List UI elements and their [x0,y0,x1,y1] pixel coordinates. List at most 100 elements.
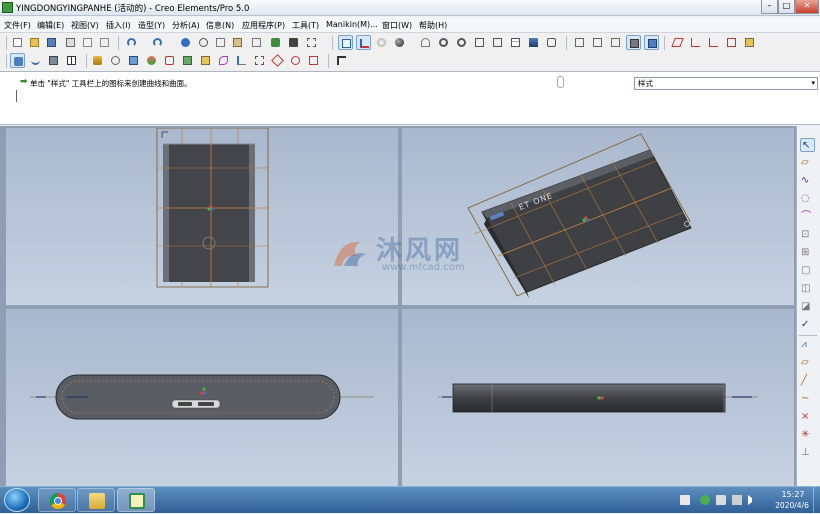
menu-help[interactable]: 帮助(H) [419,20,447,31]
selection-filter-select[interactable]: 样式 ▾ [634,77,818,90]
free-curve-icon[interactable]: ∼ [800,392,815,406]
arc-icon[interactable]: ⌒ [800,210,815,224]
menu-file[interactable]: 文件(F) [4,20,31,31]
round-icon[interactable] [198,53,213,68]
intersect-icon[interactable]: ✳ [800,428,815,442]
surface-icon[interactable] [46,53,61,68]
minimize-button[interactable]: – [761,0,778,14]
zoom-out-icon[interactable] [454,35,469,50]
mirror-icon[interactable] [288,53,303,68]
security-icon[interactable] [700,495,710,505]
pattern-icon[interactable] [270,53,285,68]
point-icon[interactable]: × [800,410,815,424]
surface-connect-icon[interactable]: ◫ [800,282,815,296]
taskbar-creo[interactable] [117,488,155,512]
open-icon[interactable] [27,35,42,50]
hole-icon[interactable] [252,53,267,68]
trim-icon[interactable] [306,53,321,68]
usb-icon[interactable] [716,495,726,505]
show-desktop-button[interactable] [813,487,820,514]
copy-icon[interactable] [97,35,112,50]
save-icon[interactable] [44,35,59,50]
line-icon[interactable]: ╱ [800,374,815,388]
saved-views-icon[interactable] [544,35,559,50]
keyboard-icon[interactable] [680,495,690,505]
zoom-in-icon[interactable] [436,35,451,50]
clock-time[interactable]: 15:27 [776,490,810,499]
viewport-isometric[interactable]: ET ONE [402,128,794,305]
annotation-icon[interactable] [724,35,739,50]
taskbar-explorer[interactable] [77,488,115,512]
menu-applications[interactable]: 应用程序(P) [242,20,285,31]
appearance-icon[interactable] [374,35,389,50]
csys-icon[interactable] [706,35,721,50]
extrude-icon[interactable] [126,53,141,68]
circle-icon[interactable]: ◌ [800,192,815,206]
style-icon[interactable] [10,53,25,68]
whats-this-icon[interactable] [334,53,349,68]
paste-icon[interactable] [230,35,245,50]
print-icon[interactable] [63,35,78,50]
volume-icon[interactable] [748,495,758,505]
offset-icon[interactable]: ⊡ [800,228,815,242]
draft-icon[interactable] [180,53,195,68]
menu-style[interactable]: 造型(Y) [138,20,165,31]
sweep-icon[interactable] [108,53,123,68]
surface-edit-icon[interactable]: ▢ [800,264,815,278]
datum-icon[interactable] [356,35,371,50]
zoom-fit-icon[interactable] [472,35,487,50]
menu-insert[interactable]: 插入(I) [106,20,131,31]
edit-curve-icon[interactable]: ⊞ [800,246,815,260]
menu-info[interactable]: 信息(N) [206,20,234,31]
revolve-icon[interactable] [144,53,159,68]
shell-icon[interactable] [162,53,177,68]
chamfer-icon[interactable] [216,53,231,68]
select-icon[interactable]: ↖ [800,138,815,152]
done-icon[interactable]: ✓ [800,318,815,332]
viewport-side[interactable] [402,309,794,486]
start-button[interactable] [4,488,30,512]
menu-analysis[interactable]: 分析(A) [172,20,200,31]
layers-icon[interactable] [508,35,523,50]
menu-manikin[interactable]: Manikin(M)... [326,20,378,29]
csys-alt-icon[interactable] [742,35,757,50]
plane-active-icon[interactable]: ▱ [800,356,815,370]
close-button[interactable]: ✕ [795,0,819,14]
view-manager-icon[interactable] [490,35,505,50]
clock-date[interactable]: 2020/4/6 [772,501,812,510]
hidden-icon[interactable] [590,35,605,50]
repaint-icon[interactable] [526,35,541,50]
graphics-area[interactable]: ET ONE 沐风网 www.mfcad.com [0,126,796,486]
cut-icon[interactable] [196,35,211,50]
enhanced-icon[interactable] [626,35,641,50]
table-icon[interactable] [64,53,79,68]
email-icon[interactable] [80,35,95,50]
curve-icon[interactable]: ∿ [800,174,815,188]
copy-clip-icon[interactable] [213,35,228,50]
rib-icon[interactable] [234,53,249,68]
menu-edit[interactable]: 编辑(E) [37,20,64,31]
flashlight-icon[interactable] [268,35,283,50]
shaded-icon[interactable] [572,35,587,50]
curve-analysis-icon[interactable]: ⩘ [800,338,815,352]
wireframe-icon[interactable] [608,35,623,50]
datum-point-icon[interactable] [688,35,703,50]
find-icon[interactable] [286,35,301,50]
regenerate-icon[interactable] [178,35,193,50]
paste-special-icon[interactable] [249,35,264,50]
plane-icon[interactable]: ▱ [800,156,815,170]
menu-view[interactable]: 视图(V) [71,20,99,31]
redo-icon[interactable] [150,35,165,50]
new-icon[interactable] [10,35,25,50]
trim-icon[interactable]: ◪ [800,300,815,314]
sphere-icon[interactable] [392,35,407,50]
combine-icon[interactable]: ⊥ [800,446,815,460]
viewport-top[interactable] [6,128,398,305]
select-box-icon[interactable] [304,35,319,50]
network-icon[interactable] [732,495,742,505]
refit-icon[interactable] [338,35,353,50]
maximize-button[interactable]: □ [778,0,795,14]
menu-tools[interactable]: 工具(T) [292,20,319,31]
blend-icon[interactable] [90,53,105,68]
datum-plane-icon[interactable] [644,35,659,50]
